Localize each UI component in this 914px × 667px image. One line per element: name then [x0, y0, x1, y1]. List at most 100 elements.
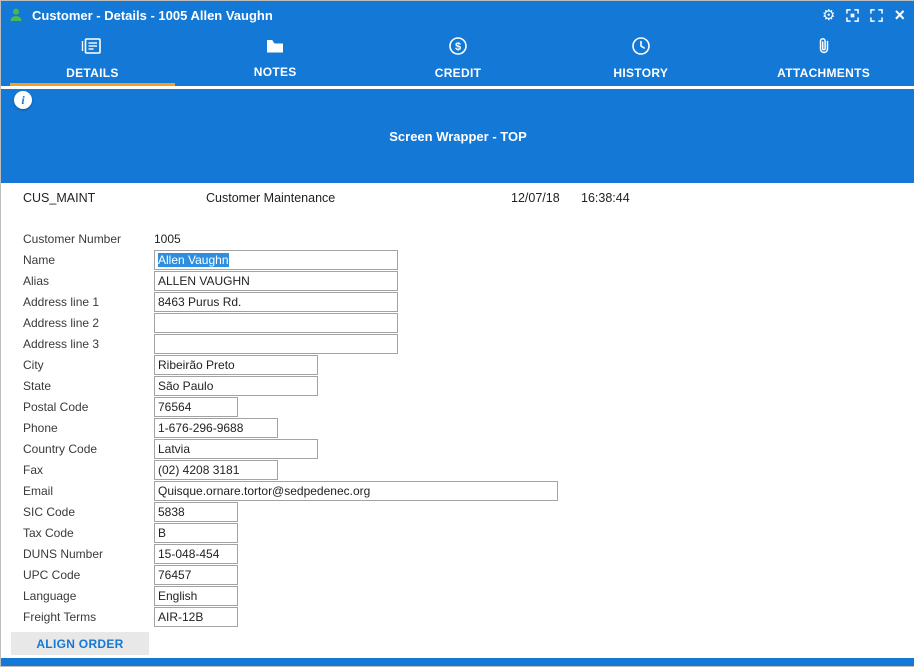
document-icon — [265, 37, 285, 60]
duns-number-input[interactable]: 15-048-454 — [154, 544, 238, 564]
gear-icon[interactable]: ⚙ — [822, 8, 835, 23]
form-row: Alias ALLEN VAUGHN — [23, 270, 914, 291]
tab-history[interactable]: HISTORY — [549, 29, 732, 86]
fax-input[interactable]: (02) 4208 3181 — [154, 460, 278, 480]
field-value: 5838 — [158, 505, 185, 519]
form-row: Country Code Latvia — [23, 438, 914, 459]
tab-notes[interactable]: NOTES — [184, 29, 367, 86]
field-value: 1-676-296-9688 — [158, 421, 243, 435]
titlebar: Customer - Details - 1005 Allen Vaughn ⚙… — [1, 1, 914, 29]
tab-details-label: DETAILS — [66, 66, 119, 80]
field-value: 8463 Purus Rd. — [158, 295, 241, 309]
tax-code-input[interactable]: B — [154, 523, 238, 543]
field-label: DUNS Number — [23, 547, 154, 561]
field-label: Address line 2 — [23, 316, 154, 330]
field-label: Phone — [23, 421, 154, 435]
form-row: Fax (02) 4208 3181 — [23, 459, 914, 480]
field-value: 76457 — [158, 568, 191, 582]
info-icon[interactable]: i — [14, 91, 32, 109]
field-value: Allen Vaughn — [158, 253, 229, 267]
field-value: B — [158, 526, 166, 540]
address-line-1-input[interactable]: 8463 Purus Rd. — [154, 292, 398, 312]
field-label: UPC Code — [23, 568, 154, 582]
tab-details[interactable]: DETAILS — [1, 29, 184, 86]
form-row: Address line 2 — [23, 312, 914, 333]
screen-header: CUS_MAINT Customer Maintenance 12/07/18 … — [23, 191, 914, 207]
close-icon[interactable]: × — [894, 6, 905, 24]
banner-text: Screen Wrapper - TOP — [389, 129, 527, 144]
tab-attachments[interactable]: ATTACHMENTS — [732, 29, 914, 86]
language-input[interactable]: English — [154, 586, 238, 606]
window-title: Customer - Details - 1005 Allen Vaughn — [32, 8, 822, 23]
form-row: Address line 1 8463 Purus Rd. — [23, 291, 914, 312]
tab-credit[interactable]: $ CREDIT — [367, 29, 550, 86]
upc-code-input[interactable]: 76457 — [154, 565, 238, 585]
form-row: UPC Code 76457 — [23, 564, 914, 585]
customer-details-window: Customer - Details - 1005 Allen Vaughn ⚙… — [0, 0, 914, 667]
postal-code-input[interactable]: 76564 — [154, 397, 238, 417]
field-value: 15-048-454 — [158, 547, 219, 561]
form-row: Address line 3 — [23, 333, 914, 354]
field-value: São Paulo — [158, 379, 213, 393]
form-row: Tax Code B — [23, 522, 914, 543]
customer-number-row: Customer Number 1005 — [23, 228, 914, 249]
address-line-3-input[interactable] — [154, 334, 398, 354]
field-value: 76564 — [158, 400, 191, 414]
customer-person-icon — [8, 7, 24, 23]
field-label: City — [23, 358, 154, 372]
tab-notes-label: NOTES — [254, 65, 297, 79]
align-order-button[interactable]: ALIGN ORDER — [11, 632, 149, 655]
form-row: City Ribeirão Preto — [23, 354, 914, 375]
screen-title: Customer Maintenance — [206, 191, 511, 207]
field-value: (02) 4208 3181 — [158, 463, 239, 477]
dollar-circle-icon: $ — [448, 36, 468, 61]
city-input[interactable]: Ribeirão Preto — [154, 355, 318, 375]
field-label: Email — [23, 484, 154, 498]
screen-time: 16:38:44 — [581, 191, 630, 207]
field-label: Alias — [23, 274, 154, 288]
field-label: SIC Code — [23, 505, 154, 519]
program-name: CUS_MAINT — [23, 191, 206, 207]
restore-window-icon[interactable] — [846, 9, 859, 22]
field-label: State — [23, 379, 154, 393]
maximize-window-icon[interactable] — [870, 9, 883, 22]
form-fields: Name Allen Vaughn Alias ALLEN VAUGHN Add… — [23, 249, 914, 627]
form-icon — [81, 36, 103, 61]
state-input[interactable]: São Paulo — [154, 376, 318, 396]
field-label: Language — [23, 589, 154, 603]
tab-history-label: HISTORY — [613, 66, 668, 80]
screen-date: 12/07/18 — [511, 191, 569, 207]
field-value: English — [158, 589, 197, 603]
field-value: ALLEN VAUGHN — [158, 274, 250, 288]
freight-terms-input[interactable]: AIR-12B — [154, 607, 238, 627]
alias-input[interactable]: ALLEN VAUGHN — [154, 271, 398, 291]
field-label: Postal Code — [23, 400, 154, 414]
field-label: Tax Code — [23, 526, 154, 540]
field-value: Ribeirão Preto — [158, 358, 235, 372]
email-input[interactable]: Quisque.ornare.tortor@sedpedenec.org — [154, 481, 558, 501]
country-code-input[interactable]: Latvia — [154, 439, 318, 459]
field-label: Name — [23, 253, 154, 267]
form-row: Phone 1-676-296-9688 — [23, 417, 914, 438]
form-row: Postal Code 76564 — [23, 396, 914, 417]
field-label: Fax — [23, 463, 154, 477]
form-row: SIC Code 5838 — [23, 501, 914, 522]
customer-number-label: Customer Number — [23, 232, 154, 246]
titlebar-controls: ⚙ × — [822, 6, 905, 24]
phone-input[interactable]: 1-676-296-9688 — [154, 418, 278, 438]
tab-attachments-label: ATTACHMENTS — [777, 66, 870, 80]
tabbar: DETAILS NOTES $ CREDIT — [1, 29, 914, 86]
form-row: Email Quisque.ornare.tortor@sedpedenec.o… — [23, 480, 914, 501]
svg-text:$: $ — [455, 41, 461, 53]
name-input[interactable]: Allen Vaughn — [154, 250, 398, 270]
form-row: Language English — [23, 585, 914, 606]
address-line-2-input[interactable] — [154, 313, 398, 333]
form-row: Freight Terms AIR-12B — [23, 606, 914, 627]
field-value: AIR-12B — [158, 610, 203, 624]
screen-wrapper-banner: i Screen Wrapper - TOP — [1, 89, 914, 183]
details-form-panel: CUS_MAINT Customer Maintenance 12/07/18 … — [1, 183, 914, 627]
form-row: DUNS Number 15-048-454 — [23, 543, 914, 564]
sic-code-input[interactable]: 5838 — [154, 502, 238, 522]
field-value: Quisque.ornare.tortor@sedpedenec.org — [158, 484, 370, 498]
tab-credit-label: CREDIT — [435, 66, 481, 80]
